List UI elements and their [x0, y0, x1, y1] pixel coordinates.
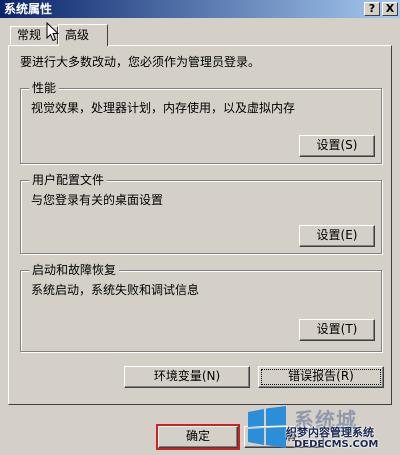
close-button[interactable]: X: [382, 2, 398, 16]
user-profiles-group: 用户配置文件 与您登录有关的桌面设置 设置(E): [20, 173, 382, 254]
error-reporting-button[interactable]: 错误报告(R): [258, 366, 384, 388]
startup-recovery-description: 系统启动，系统失败和调试信息: [31, 283, 200, 297]
system-properties-window: 系统属性 ? X 常规 高级 要进行大多数改动，您必须作为管理员登录。 性能 视…: [0, 0, 400, 455]
performance-settings-button[interactable]: 设置(S): [299, 135, 375, 157]
ok-button[interactable]: 确定: [156, 424, 240, 450]
mouse-cursor-icon: [46, 22, 60, 42]
startup-recovery-settings-button[interactable]: 设置(T): [299, 319, 375, 341]
user-profiles-legend: 用户配置文件: [29, 173, 108, 187]
cancel-button[interactable]: 取消: [244, 426, 324, 448]
admin-notice: 要进行大多数改动，您必须作为管理员登录。: [20, 55, 261, 69]
startup-recovery-legend: 启动和故障恢复: [29, 263, 120, 277]
window-title: 系统属性: [4, 2, 53, 16]
environment-variables-button[interactable]: 环境变量(N): [124, 366, 250, 388]
performance-legend: 性能: [29, 81, 60, 95]
performance-description: 视觉效果，处理器计划，内存使用，以及虚拟内存: [31, 101, 296, 115]
user-profiles-settings-button[interactable]: 设置(E): [299, 225, 375, 247]
title-bar[interactable]: 系统属性 ? X: [0, 0, 400, 18]
help-button[interactable]: ?: [364, 2, 380, 16]
performance-group: 性能 视觉效果，处理器计划，内存使用，以及虚拟内存 设置(S): [20, 81, 382, 164]
tab-advanced[interactable]: 高级: [58, 24, 108, 46]
user-profiles-description: 与您登录有关的桌面设置: [31, 193, 164, 207]
startup-recovery-group: 启动和故障恢复 系统启动，系统失败和调试信息 设置(T): [20, 263, 382, 352]
